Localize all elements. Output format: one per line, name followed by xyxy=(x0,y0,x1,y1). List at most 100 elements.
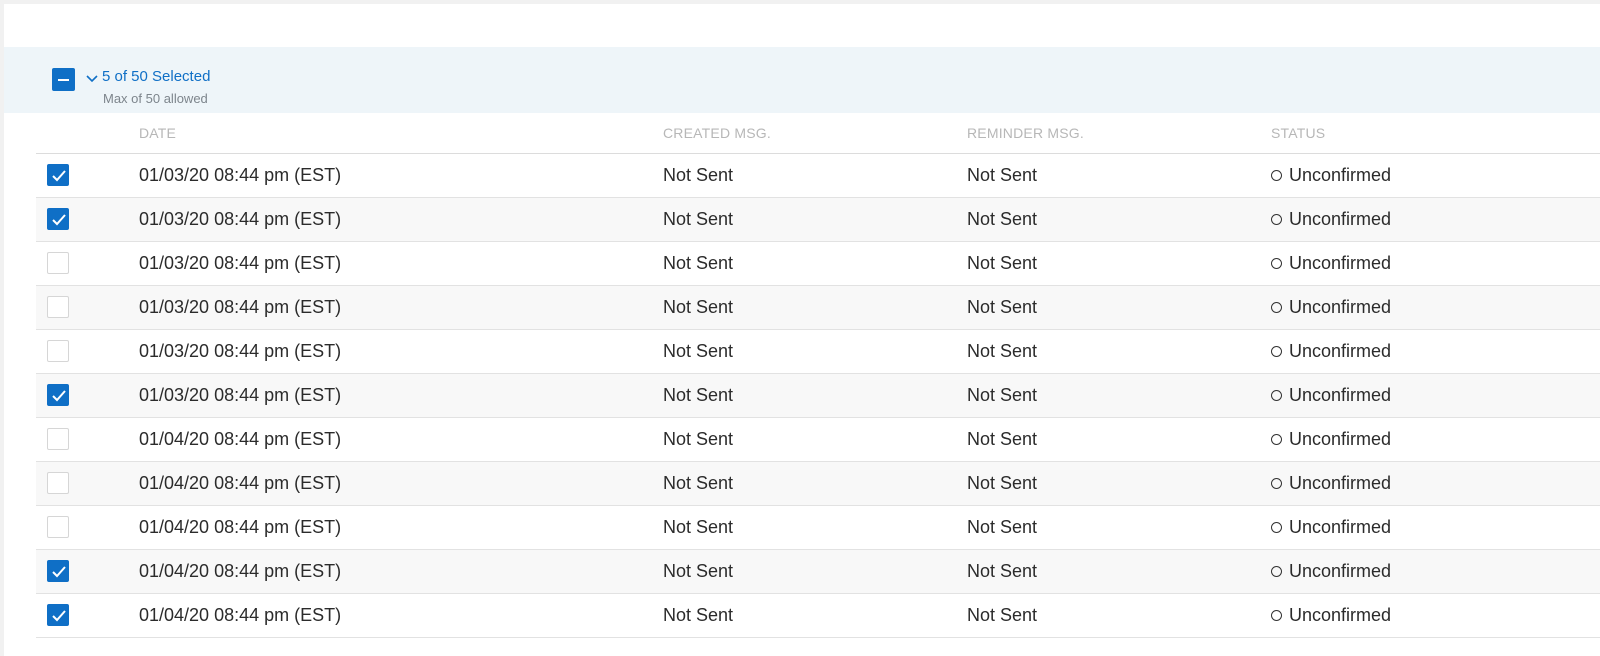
status-cell: Unconfirmed xyxy=(1271,209,1391,230)
row-checkbox[interactable] xyxy=(47,472,69,494)
table-row[interactable]: 01/03/20 08:44 pm (EST) Not Sent Not Sent U… xyxy=(36,242,1600,286)
status-label: Unconfirmed xyxy=(1289,209,1392,229)
checkmark-icon xyxy=(52,170,66,182)
table-row[interactable]: 01/04/20 08:44 pm (EST) Not Sent Not Sent U… xyxy=(36,462,1600,506)
reminder-msg-cell: Not Sent xyxy=(967,253,1038,273)
row-checkbox[interactable] xyxy=(47,604,69,626)
created-msg-cell: Not Sent xyxy=(663,517,734,537)
created-msg-cell: Not Sent xyxy=(663,385,734,405)
table-row[interactable]: 01/04/20 08:44 pm (EST) Not Sent Not Sent U… xyxy=(36,550,1600,594)
date-cell: 01/04/20 08:44 pm (EST) xyxy=(139,605,342,625)
created-msg-cell: Not Sent xyxy=(663,561,734,581)
appointments-panel: 5 of 50 Selected Max of 50 allowed DATE … xyxy=(4,4,1600,656)
status-label: Unconfirmed xyxy=(1289,429,1392,449)
row-checkbox[interactable] xyxy=(47,516,69,538)
status-label: Unconfirmed xyxy=(1289,517,1392,537)
status-label: Unconfirmed xyxy=(1289,253,1392,273)
circle-outline-icon xyxy=(1271,345,1282,357)
column-header-created[interactable]: CREATED MSG. xyxy=(663,125,771,141)
checkmark-icon xyxy=(52,566,66,578)
minus-icon xyxy=(58,79,69,81)
circle-outline-icon xyxy=(1271,389,1282,401)
date-cell: 01/04/20 08:44 pm (EST) xyxy=(139,429,342,449)
table-row[interactable]: 01/03/20 08:44 pm (EST) Not Sent Not Sent U… xyxy=(36,154,1600,198)
status-label: Unconfirmed xyxy=(1289,561,1392,581)
row-checkbox[interactable] xyxy=(47,340,69,362)
status-label: Unconfirmed xyxy=(1289,341,1392,361)
reminder-msg-cell: Not Sent xyxy=(967,385,1038,405)
circle-outline-icon xyxy=(1271,257,1282,269)
column-header-reminder[interactable]: REMINDER MSG. xyxy=(967,125,1084,141)
date-cell: 01/03/20 08:44 pm (EST) xyxy=(139,341,342,361)
status-label: Unconfirmed xyxy=(1289,473,1392,493)
created-msg-cell: Not Sent xyxy=(663,429,734,449)
date-cell: 01/04/20 08:44 pm (EST) xyxy=(139,473,342,493)
status-label: Unconfirmed xyxy=(1289,297,1392,317)
circle-outline-icon xyxy=(1271,301,1282,313)
row-checkbox[interactable] xyxy=(47,384,69,406)
created-msg-cell: Not Sent xyxy=(663,473,734,493)
row-checkbox[interactable] xyxy=(47,560,69,582)
status-cell: Unconfirmed xyxy=(1271,297,1391,318)
status-cell: Unconfirmed xyxy=(1271,429,1391,450)
status-cell: Unconfirmed xyxy=(1271,561,1391,582)
row-checkbox[interactable] xyxy=(47,296,69,318)
checkmark-icon xyxy=(52,390,66,402)
reminder-msg-cell: Not Sent xyxy=(967,429,1038,449)
created-msg-cell: Not Sent xyxy=(663,605,734,625)
status-cell: Unconfirmed xyxy=(1271,517,1391,538)
table-row[interactable]: 01/03/20 08:44 pm (EST) Not Sent Not Sent U… xyxy=(36,198,1600,242)
status-cell: Unconfirmed xyxy=(1271,253,1391,274)
circle-outline-icon xyxy=(1271,169,1282,181)
reminder-msg-cell: Not Sent xyxy=(967,561,1038,581)
table-row[interactable]: 01/03/20 08:44 pm (EST) Not Sent Not Sent U… xyxy=(36,286,1600,330)
row-checkbox[interactable] xyxy=(47,164,69,186)
created-msg-cell: Not Sent xyxy=(663,253,734,273)
reminder-msg-cell: Not Sent xyxy=(967,209,1038,229)
status-cell: Unconfirmed xyxy=(1271,605,1391,626)
status-cell: Unconfirmed xyxy=(1271,341,1391,362)
select-all-checkbox[interactable] xyxy=(52,68,75,91)
circle-outline-icon xyxy=(1271,609,1282,621)
checkmark-icon xyxy=(52,214,66,226)
status-cell: Unconfirmed xyxy=(1271,473,1391,494)
date-cell: 01/03/20 08:44 pm (EST) xyxy=(139,297,342,317)
table-row[interactable]: 01/04/20 08:44 pm (EST) Not Sent Not Sent U… xyxy=(36,594,1600,638)
circle-outline-icon xyxy=(1271,477,1282,489)
selection-limit-note: Max of 50 allowed xyxy=(103,91,208,106)
created-msg-cell: Not Sent xyxy=(663,341,734,361)
circle-outline-icon xyxy=(1271,565,1282,577)
reminder-msg-cell: Not Sent xyxy=(967,297,1038,317)
status-cell: Unconfirmed xyxy=(1271,385,1391,406)
checkmark-icon xyxy=(52,610,66,622)
date-cell: 01/03/20 08:44 pm (EST) xyxy=(139,209,342,229)
row-checkbox[interactable] xyxy=(47,208,69,230)
row-checkbox[interactable] xyxy=(47,428,69,450)
table-row[interactable]: 01/04/20 08:44 pm (EST) Not Sent Not Sent U… xyxy=(36,418,1600,462)
created-msg-cell: Not Sent xyxy=(663,165,734,185)
reminder-msg-cell: Not Sent xyxy=(967,473,1038,493)
status-label: Unconfirmed xyxy=(1289,385,1392,405)
selection-summary[interactable]: 5 of 50 Selected xyxy=(102,68,210,85)
table-row[interactable]: 01/03/20 08:44 pm (EST) Not Sent Not Sent U… xyxy=(36,330,1600,374)
status-label: Unconfirmed xyxy=(1289,605,1392,625)
date-cell: 01/04/20 08:44 pm (EST) xyxy=(139,561,342,581)
table-header: DATE CREATED MSG. REMINDER MSG. STATUS xyxy=(36,113,1600,154)
circle-outline-icon xyxy=(1271,433,1282,445)
reminder-msg-cell: Not Sent xyxy=(967,517,1038,537)
date-cell: 01/03/20 08:44 pm (EST) xyxy=(139,165,342,185)
reminder-msg-cell: Not Sent xyxy=(967,341,1038,361)
column-header-status[interactable]: STATUS xyxy=(1271,125,1325,141)
selection-bar: 5 of 50 Selected Max of 50 allowed xyxy=(4,47,1600,113)
table-row[interactable]: 01/03/20 08:44 pm (EST) Not Sent Not Sent U… xyxy=(36,374,1600,418)
created-msg-cell: Not Sent xyxy=(663,297,734,317)
table-body: 01/03/20 08:44 pm (EST) Not Sent Not Sent U… xyxy=(36,154,1600,638)
circle-outline-icon xyxy=(1271,213,1282,225)
chevron-down-icon[interactable] xyxy=(85,71,99,85)
date-cell: 01/03/20 08:44 pm (EST) xyxy=(139,385,342,405)
table-row[interactable]: 01/04/20 08:44 pm (EST) Not Sent Not Sent U… xyxy=(36,506,1600,550)
reminder-msg-cell: Not Sent xyxy=(967,165,1038,185)
date-cell: 01/04/20 08:44 pm (EST) xyxy=(139,517,342,537)
row-checkbox[interactable] xyxy=(47,252,69,274)
column-header-date[interactable]: DATE xyxy=(139,125,176,141)
